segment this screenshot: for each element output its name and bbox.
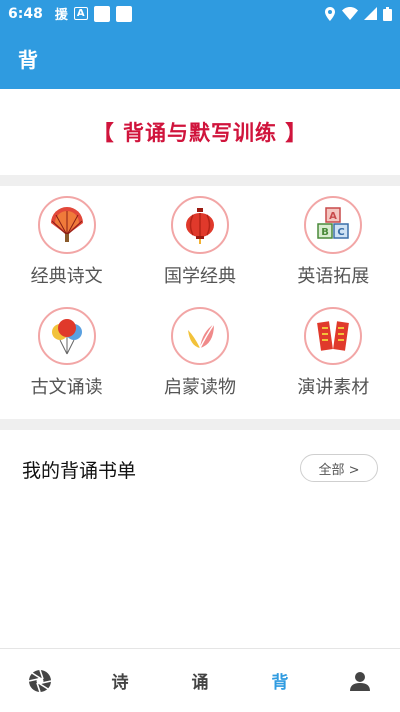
svg-text:C: C	[338, 227, 345, 238]
camera-shutter-icon	[28, 669, 52, 692]
category-label: 古文诵读	[30, 377, 103, 398]
banner-text: 【 背诵与默写训练 】	[92, 121, 308, 145]
wifi-icon	[342, 7, 358, 20]
category-label: 英语拓展	[297, 266, 370, 287]
lantern-icon	[185, 208, 214, 244]
person-icon	[350, 671, 370, 691]
battery-icon	[383, 6, 392, 21]
status-bar: 6:48 援 A	[0, 0, 400, 27]
leaves-icon	[187, 323, 215, 349]
category-classic-poetry[interactable]: 经典诗文	[0, 196, 133, 307]
status-time: 6:48	[8, 5, 43, 22]
nav-item-poetry[interactable]: 诗	[80, 649, 160, 712]
my-recitation-list: 我的背诵书单 全部 >	[0, 430, 400, 648]
category-ancient-reading[interactable]: 古文诵读	[0, 307, 133, 418]
nav-item-memorize[interactable]: 背	[240, 649, 320, 712]
section-title: 我的背诵书单	[22, 460, 137, 482]
nav-item-recite[interactable]: 诵	[160, 649, 240, 712]
category-label: 演讲素材	[297, 377, 370, 398]
page-title: 背	[18, 47, 38, 72]
category-sinology-classics[interactable]: 国学经典	[133, 196, 266, 307]
category-grid: 经典诗文 国学经典 A B C 英语拓展 古文诵读 启蒙读物 演讲素材	[0, 186, 400, 418]
category-speech-materials[interactable]: 演讲素材	[267, 307, 400, 418]
app-header: 背	[0, 27, 400, 89]
nav-item-profile[interactable]	[320, 649, 400, 712]
nav-item-discover[interactable]	[0, 649, 80, 712]
balloons-icon	[51, 319, 82, 355]
category-enlightenment-reading[interactable]: 启蒙读物	[133, 307, 266, 418]
category-label: 国学经典	[163, 266, 236, 287]
notification-a-icon: A	[73, 7, 88, 20]
bottom-nav: 诗 诵 背	[0, 648, 400, 712]
signal-icon	[364, 7, 377, 20]
view-all-button[interactable]: 全部 >	[300, 454, 378, 482]
section-divider	[0, 175, 400, 186]
section-divider	[0, 419, 400, 430]
category-label: 启蒙读物	[163, 377, 236, 398]
notification-glyph: 援	[54, 8, 68, 23]
category-label: 经典诗文	[30, 266, 103, 287]
fan-icon	[50, 207, 83, 242]
svg-text:A: A	[329, 211, 337, 222]
location-icon	[325, 6, 335, 21]
notification-square-icon	[93, 5, 110, 22]
abc-blocks-icon: A B C	[317, 207, 350, 239]
couplets-icon	[317, 321, 350, 351]
notification-square-icon	[115, 5, 132, 22]
svg-text:B: B	[322, 227, 330, 238]
banner: 【 背诵与默写训练 】	[0, 89, 400, 175]
category-english-expansion[interactable]: A B C 英语拓展	[267, 196, 400, 307]
